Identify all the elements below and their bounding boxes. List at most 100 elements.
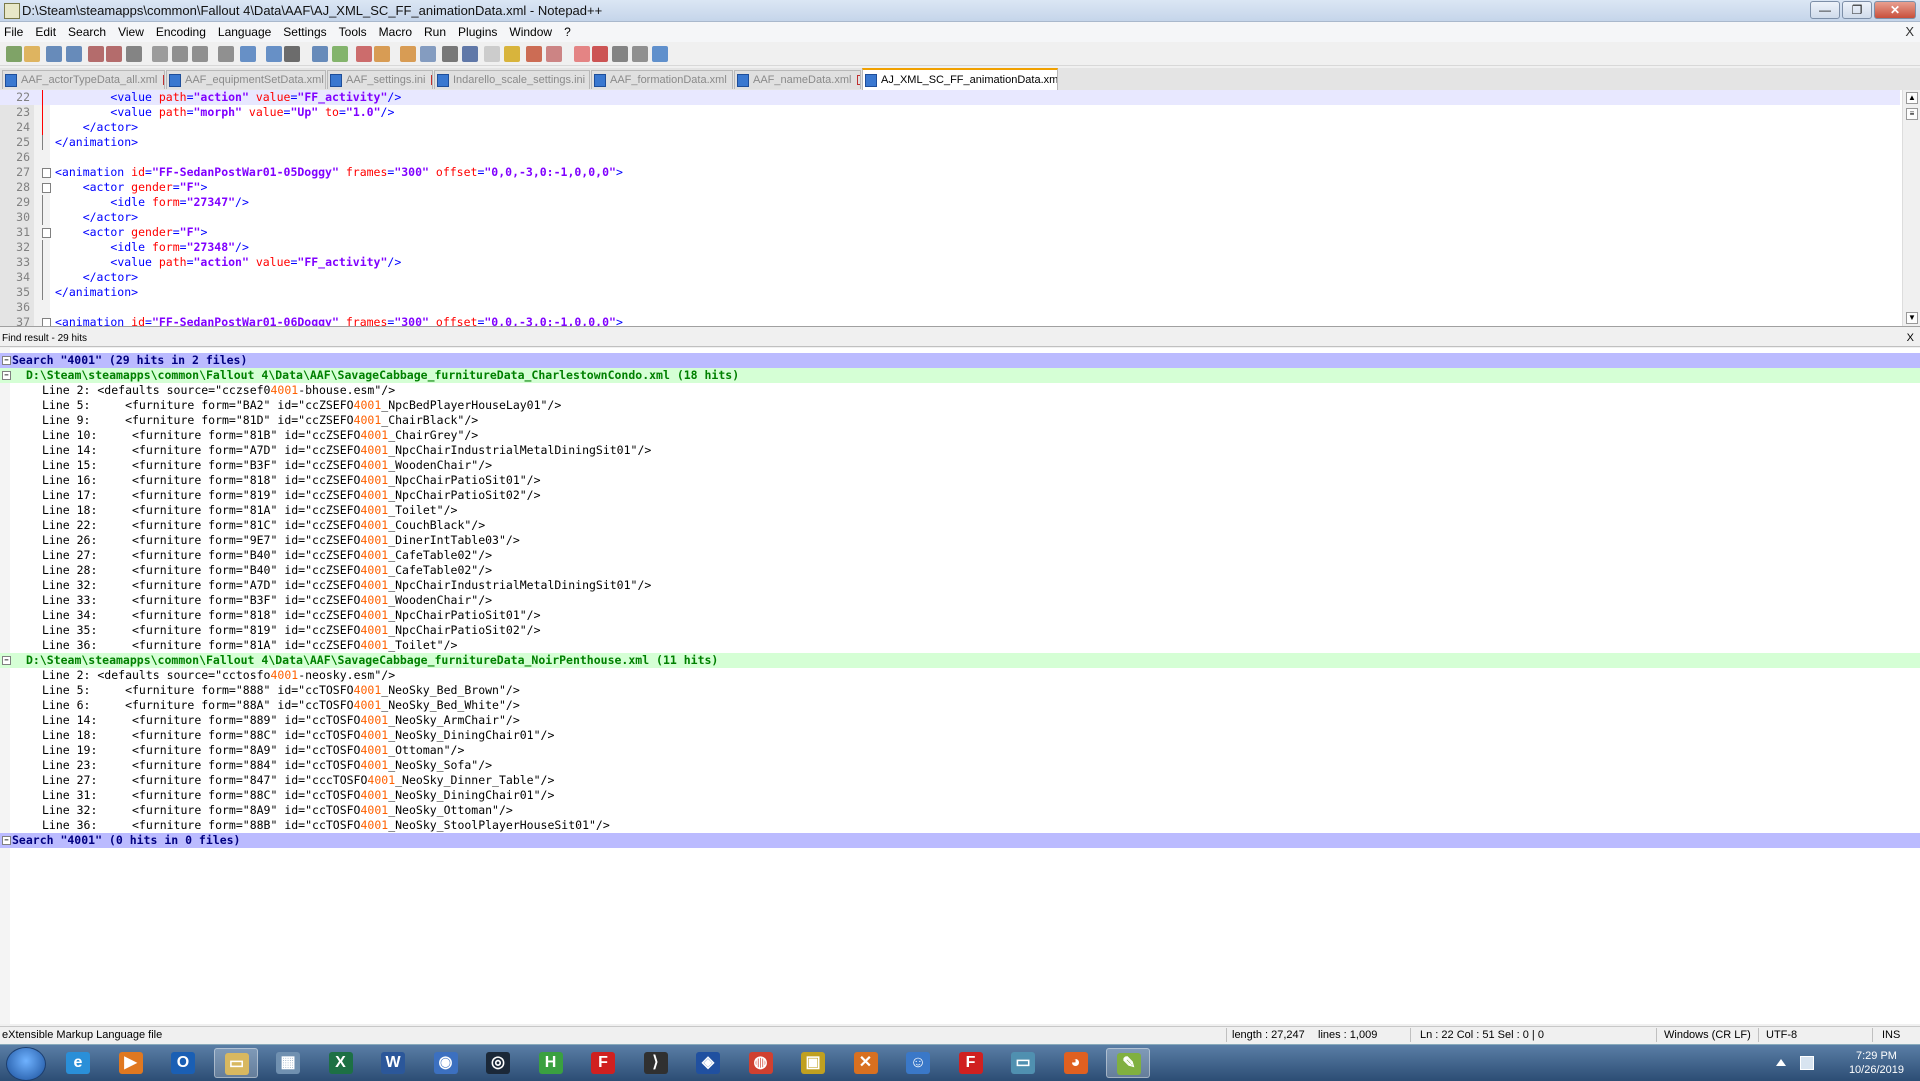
cut-icon[interactable] xyxy=(152,46,168,62)
calculator-taskbar-button[interactable]: ▦ xyxy=(266,1048,310,1078)
close-find-results-button[interactable]: X xyxy=(1907,332,1914,344)
playback-icon[interactable] xyxy=(592,46,608,62)
excel-taskbar-button[interactable]: X xyxy=(319,1048,363,1078)
find-results-panel[interactable]: Search "4001" (29 hits in 2 files)−D:\St… xyxy=(0,348,1920,1024)
code-editor[interactable]: ▲ ≡ ▼ 22 <value path="action" value="FF_… xyxy=(0,90,1920,327)
new-file-icon[interactable] xyxy=(6,46,22,62)
fold-toggle-icon[interactable] xyxy=(42,168,51,178)
word-taskbar-button[interactable]: W xyxy=(371,1048,415,1078)
zoom-in-icon[interactable] xyxy=(312,46,328,62)
record-macro-icon[interactable] xyxy=(546,46,562,62)
close-icon[interactable] xyxy=(88,46,104,62)
search-hit-row[interactable]: Line 5: <furniture form="BA2" id="ccZSEF… xyxy=(0,398,1920,413)
fold-toggle-icon[interactable]: − xyxy=(2,371,11,380)
zoom-out-icon[interactable] xyxy=(332,46,348,62)
close-button[interactable]: ✕ xyxy=(1874,1,1916,19)
tab-aaf-equipmentsetdata-xml[interactable]: AAF_equipmentSetData.xmlx xyxy=(166,70,326,89)
macro-list-icon[interactable] xyxy=(652,46,668,62)
search-hit-row[interactable]: Line 32: <furniture form="8A9" id="ccTOS… xyxy=(0,803,1920,818)
tab-indarello-scale-settings-ini[interactable]: Indarello_scale_settings.inix xyxy=(434,70,590,89)
indent-guide-icon[interactable] xyxy=(442,46,458,62)
search-hit-row[interactable]: Line 19: <furniture form="8A9" id="ccTOS… xyxy=(0,743,1920,758)
tab-close-icon[interactable]: x xyxy=(857,75,861,85)
outlook-taskbar-button[interactable]: O xyxy=(161,1048,205,1078)
search-hit-row[interactable]: Line 27: <furniture form="B40" id="ccZSE… xyxy=(0,548,1920,563)
f-app-2-taskbar-button[interactable]: F xyxy=(949,1048,993,1078)
media-player-taskbar-button[interactable]: ▶ xyxy=(109,1048,153,1078)
menu-edit[interactable]: Edit xyxy=(35,25,56,39)
search-hit-row[interactable]: Line 18: <furniture form="88C" id="ccTOS… xyxy=(0,728,1920,743)
bethesda-taskbar-button[interactable]: ⟩ xyxy=(634,1048,678,1078)
ie-taskbar-button[interactable]: e xyxy=(56,1048,100,1078)
search-hit-row[interactable]: Line 16: <furniture form="818" id="ccZSE… xyxy=(0,473,1920,488)
menu-file[interactable]: File xyxy=(4,25,23,39)
tab-aj-xml-sc-ff-animationdata-xml[interactable]: AJ_XML_SC_FF_animationData.xmlx xyxy=(862,68,1058,90)
search-hit-row[interactable]: Line 36: <furniture form="88B" id="ccTOS… xyxy=(0,818,1920,833)
notepadpp-taskbar-button[interactable]: ✎ xyxy=(1106,1048,1150,1078)
scroll-down-arrow-icon[interactable]: ▼ xyxy=(1906,312,1918,324)
globe-app-taskbar-button[interactable]: ◉ xyxy=(424,1048,468,1078)
network-icon[interactable] xyxy=(1800,1056,1814,1070)
print-icon[interactable] xyxy=(126,46,142,62)
menu-view[interactable]: View xyxy=(118,25,144,39)
fold-toggle-icon[interactable] xyxy=(42,183,51,193)
tab-aaf-namedata-xml[interactable]: AAF_nameData.xmlx xyxy=(734,70,861,89)
menu-plugins[interactable]: Plugins xyxy=(458,25,497,39)
redo-icon[interactable] xyxy=(240,46,256,62)
search-hit-row[interactable]: Line 31: <furniture form="88C" id="ccTOS… xyxy=(0,788,1920,803)
search-hit-row[interactable]: Line 23: <furniture form="884" id="ccTOS… xyxy=(0,758,1920,773)
note-app-taskbar-button[interactable]: ▣ xyxy=(791,1048,835,1078)
save-all-icon[interactable] xyxy=(66,46,82,62)
fold-toggle-icon[interactable]: − xyxy=(2,356,11,365)
monitor-icon[interactable] xyxy=(526,46,542,62)
show-all-icon[interactable] xyxy=(420,46,436,62)
search-hit-row[interactable]: Line 9: <furniture form="81D" id="ccZSEF… xyxy=(0,413,1920,428)
menu-language[interactable]: Language xyxy=(218,25,271,39)
menu-help[interactable]: ? xyxy=(564,25,571,39)
search-hit-row[interactable]: Line 5: <furniture form="888" id="ccTOSF… xyxy=(0,683,1920,698)
search-hit-row[interactable]: Line 36: <furniture form="81A" id="ccZSE… xyxy=(0,638,1920,653)
search-hit-row[interactable]: Line 17: <furniture form="819" id="ccZSE… xyxy=(0,488,1920,503)
editor-vertical-scrollbar[interactable]: ▲ ≡ ▼ xyxy=(1902,90,1920,326)
search-hit-row[interactable]: Line 10: <furniture form="81B" id="ccZSE… xyxy=(0,428,1920,443)
function-list-icon[interactable] xyxy=(484,46,500,62)
f-app-taskbar-button[interactable]: F xyxy=(581,1048,625,1078)
save-icon[interactable] xyxy=(46,46,62,62)
menu-tools[interactable]: Tools xyxy=(339,25,367,39)
search-hit-row[interactable]: Line 35: <furniture form="819" id="ccZSE… xyxy=(0,623,1920,638)
word-wrap-icon[interactable] xyxy=(400,46,416,62)
doc-map-icon[interactable] xyxy=(462,46,478,62)
firefox-taskbar-button[interactable]: ◕ xyxy=(1054,1048,1098,1078)
scroll-split-icon[interactable]: ≡ xyxy=(1906,108,1918,120)
search-hit-row[interactable]: Line 33: <furniture form="B3F" id="ccZSE… xyxy=(0,593,1920,608)
fold-toggle-icon[interactable]: − xyxy=(2,656,11,665)
monitor-app-taskbar-button[interactable]: ▭ xyxy=(1001,1048,1045,1078)
search-summary-row[interactable]: Search "4001" (0 hits in 0 files)− xyxy=(0,833,1920,848)
menu-window[interactable]: Window xyxy=(509,25,552,39)
vault-boy-taskbar-button[interactable]: ☺ xyxy=(896,1048,940,1078)
close-all-icon[interactable] xyxy=(106,46,122,62)
close-document-button[interactable]: X xyxy=(1905,24,1914,39)
tab-aaf-settings-ini[interactable]: AAF_settings.inix xyxy=(327,70,433,89)
sync-h-icon[interactable] xyxy=(374,46,390,62)
search-file-row[interactable]: D:\Steam\steamapps\common\Fallout 4\Data… xyxy=(0,653,1920,668)
show-hidden-icons-icon[interactable] xyxy=(1776,1059,1786,1066)
fold-toggle-icon[interactable]: − xyxy=(2,836,11,845)
file-explorer-taskbar-button[interactable]: ▭ xyxy=(214,1048,258,1078)
undo-icon[interactable] xyxy=(218,46,234,62)
search-summary-row[interactable]: Search "4001" (29 hits in 2 files)− xyxy=(0,353,1920,368)
search-file-row[interactable]: D:\Steam\steamapps\common\Fallout 4\Data… xyxy=(0,368,1920,383)
search-hit-row[interactable]: Line 6: <furniture form="88A" id="ccTOSF… xyxy=(0,698,1920,713)
tab-aaf-formationdata-xml[interactable]: AAF_formationData.xmlx xyxy=(591,70,733,89)
maximize-button[interactable]: ❐ xyxy=(1842,1,1872,19)
tab-aaf-actortypedata-all-xml[interactable]: AAF_actorTypeData_all.xmlx xyxy=(2,70,165,89)
search-hit-row[interactable]: Line 22: <furniture form="81C" id="ccZSE… xyxy=(0,518,1920,533)
search-hit-row[interactable]: Line 2: <defaults source="cczsef04001-bh… xyxy=(0,383,1920,398)
search-hit-row[interactable]: Line 15: <furniture form="B3F" id="ccZSE… xyxy=(0,458,1920,473)
shield-app-taskbar-button[interactable]: ◈ xyxy=(686,1048,730,1078)
find-icon[interactable] xyxy=(266,46,282,62)
search-hit-row[interactable]: Line 26: <furniture form="9E7" id="ccZSE… xyxy=(0,533,1920,548)
scroll-up-arrow-icon[interactable]: ▲ xyxy=(1906,92,1918,104)
menu-encoding[interactable]: Encoding xyxy=(156,25,206,39)
search-hit-row[interactable]: Line 14: <furniture form="889" id="ccTOS… xyxy=(0,713,1920,728)
